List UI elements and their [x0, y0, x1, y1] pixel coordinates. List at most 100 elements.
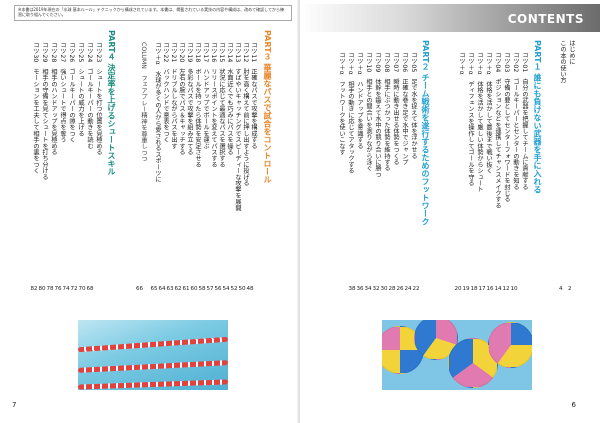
toc-page-number: 57 [206, 286, 214, 292]
intro-page-number: 2 [568, 286, 572, 292]
toc-page-number: 30 [380, 286, 388, 292]
toc-entry-title: 体格を活かして最後まで戦い抜く [485, 80, 492, 174]
toc-entry[interactable]: コツ30 モーションを工夫して相手の裏をつく [32, 42, 39, 174]
column-entry[interactable]: COLUMN フェアプレー精神を尊重しつつ [140, 42, 147, 162]
toc-entry[interactable]: コツ05 足で水を捉えて体を浮かせる [410, 52, 417, 159]
toc-entry[interactable]: コツ26 ゴールキーパーの隙をつく [68, 42, 75, 143]
toc-entry[interactable]: コツ＋α 体格を活かして厳しい体勢からシュート [476, 52, 483, 193]
toc-entry[interactable]: コツ18 ボールを持ったら体勢を安定させる [194, 42, 201, 168]
toc-entry[interactable]: コツ04 ポジションなどを連携してチャンスメイクする [494, 52, 501, 209]
lane-rope [78, 379, 228, 390]
toc-page-number: 60 [190, 286, 198, 292]
toc-entry-number: コツ22 [162, 42, 169, 63]
toc-entry-number: コツ08 [383, 52, 390, 73]
toc-entry[interactable]: コツ02 ゴールキーパーとセンターの動きを知る [512, 52, 519, 190]
toc-entry[interactable]: コツ24 ゴールキーパーの動きを読む [86, 42, 93, 149]
toc-page-number: 17 [478, 286, 486, 292]
lane-rope [78, 360, 228, 373]
toc-entry-number: コツ02 [512, 52, 519, 73]
toc-entry-title: フットワークを使いこなす [338, 80, 345, 156]
intro-entry[interactable]: はじめに [568, 40, 575, 65]
toc-entry-number: コツ15 [218, 42, 225, 63]
toc-entry-title: ディフェンスを操作してゴールを守る [467, 80, 474, 187]
toc-page-number: 76 [54, 286, 62, 292]
toc-entry-number: コツ03 [503, 52, 510, 73]
toc-page-number: 68 [86, 286, 94, 292]
left-page: ※本書は2019年現在の「水球 基本ルール」テクニックから構成されています。本書… [0, 0, 300, 423]
toc-page-number: 63 [166, 286, 174, 292]
toc-entry-number: コツ05 [410, 52, 417, 73]
toc-page-number: 34 [364, 286, 372, 292]
toc-entry-number: コツ19 [186, 42, 193, 63]
toc-entry[interactable]: コツ＋α [458, 52, 465, 81]
toc-page-number: 50 [238, 286, 246, 292]
toc-entry[interactable]: コツ23 シュートを打つ位置を見極める [95, 42, 102, 155]
toc-entry[interactable]: コツ＋α 体格を活かして最後まで戦い抜く [485, 52, 492, 174]
toc-page-number: 70 [78, 286, 86, 292]
toc-entry[interactable]: コツ11 正確なパスで攻撃を構成する [250, 42, 257, 149]
toc-entry[interactable]: コツ20 左右の腕でパス＆キャッチする [178, 42, 185, 155]
toc-entry[interactable]: コツ19 多彩なパスで攻撃を組み立てる [186, 42, 193, 155]
part4-title: PART４ 決定率を上げるシュートスキル [107, 30, 116, 176]
toc-entry[interactable]: コツ＋α フットワークを使いこなす [338, 52, 345, 155]
toc-entry-number: コツ01 [521, 52, 528, 73]
toc-entry[interactable]: コツ06 正確な巻き足で水中でジャンプ [401, 52, 408, 165]
column-mark: COLUMN [140, 42, 147, 69]
toc-entry[interactable]: コツ03 守備の要としてセンターフォワードを封じる [503, 52, 510, 202]
part1-page-numbers: 2019181716141210 [454, 286, 518, 292]
toc-entry[interactable]: コツ08 相手にぶつかった体勢を維持する [383, 52, 390, 171]
toc-entry-title: 正確な巻き足で水中でジャンプ [401, 78, 408, 166]
toc-entry-number: コツ13 [234, 42, 241, 63]
toc-entry[interactable]: コツ28 相手のハンドアップを見極める [50, 42, 57, 155]
toc-entry-title: ゴールキーパーとセンターの動きを知る [512, 78, 519, 191]
toc-page-number: 65 [150, 286, 158, 292]
toc-entry-title: リリースポイントを変えてパスする [210, 68, 217, 168]
toc-page-number: 22 [412, 286, 420, 292]
toc-entry-number: コツ06 [401, 52, 408, 73]
toc-entry[interactable]: コツ＋α 水球が多くの人から愛されるスポーツに [154, 42, 161, 183]
toc-entry-number: コツ09 [374, 52, 381, 73]
toc-entry[interactable]: コツ25 シュートの威力を上げる [77, 42, 84, 137]
toc-page-number: 64 [158, 286, 166, 292]
toc-entry[interactable]: コツ14 水面近くでも巧みにパスを操る [226, 42, 233, 155]
toc-entry[interactable]: コツ16 リリースポイントを変えてパスする [210, 42, 217, 168]
toc-entry[interactable]: コツ＋α ハンドアップを意識する [356, 52, 363, 149]
toc-entry[interactable]: コツ09 体幹を鍛えて水中の競り合いに勝つ [374, 52, 381, 178]
toc-entry-title: 強いシュートで得点を奪う [59, 68, 66, 143]
toc-page-number: 54 [222, 286, 230, 292]
toc-page-number: 12 [502, 286, 510, 292]
toc-entry-title: 足で水を捉えて体を浮かせる [410, 78, 417, 160]
toc-entry-title: 体格を活かして厳しい体勢からシュート [476, 80, 483, 193]
toc-page-number: 20 [454, 286, 462, 292]
pool-photo [78, 320, 228, 390]
toc-entry-number: コツ12 [242, 42, 249, 63]
toc-entry[interactable]: コツ10 相手との間合いを測りながら泳ぐ [365, 52, 372, 171]
toc-page-number: 18 [470, 286, 478, 292]
toc-entry[interactable]: コツ22 バックハンドで意表をつく [162, 42, 169, 143]
toc-entry-number: コツ29 [41, 42, 48, 63]
toc-entry[interactable]: コツ21 ドリブルしながらパスを出す [170, 42, 177, 149]
toc-entry[interactable]: コツ13 すばやいキャッチングでスピーディーな攻撃を展開 [234, 42, 241, 211]
contents-spread: ※本書は2019年現在の「水球 基本ルール」テクニックから構成されています。本書… [0, 0, 600, 423]
toc-entry-title: ポジションなどを連携してチャンスメイクする [494, 78, 501, 209]
toc-entry-number: コツ24 [86, 42, 93, 63]
right-page: CONTENTS はじめに 2 この本の使い方 4 PART１ 誰にも負けない武器を手… [300, 0, 600, 423]
ball [488, 322, 532, 368]
toc-entry[interactable]: コツ27 強いシュートで得点を奪う [59, 42, 66, 143]
toc-entry-title: 瞬時に動き出せる体勢をつくる [392, 78, 399, 166]
toc-page-number: 72 [70, 286, 78, 292]
toc-entry-number: コツ＋α [458, 52, 465, 75]
toc-entry-title: ドリブルしながらパスを出す [170, 68, 177, 150]
toc-entry[interactable]: コツ01 自分の武器を把握してチームに貢献する [521, 52, 528, 190]
toc-entry-title: 多彩なパスで攻撃を組み立てる [186, 68, 193, 156]
toc-entry-title: 相手の動きに応じてアタックする [347, 80, 354, 174]
toc-entry[interactable]: コツ15 状況に応じて最適なパスを選択する [218, 42, 225, 168]
intro-entry[interactable]: この本の使い方 [559, 40, 566, 83]
toc-entry-title: 水球が多くの人から愛されるスポーツに [154, 70, 161, 183]
toc-entry[interactable]: コツ07 瞬時に動き出せる体勢をつくる [392, 52, 399, 165]
toc-entry[interactable]: コツ17 ハンドアップでボールを運ぶ [202, 42, 209, 149]
toc-entry[interactable]: コツ＋α ディフェンスを操作してゴールを守る [467, 52, 474, 186]
toc-entry[interactable]: コツ12 肘を高く構えて前に押し出すように投げる [242, 42, 249, 186]
toc-entry[interactable]: コツ29 相手の守備を見てシュートを打ち分ける [41, 42, 48, 180]
toc-entry[interactable]: コツ＋α 相手の動きに応じてアタックする [347, 52, 354, 174]
